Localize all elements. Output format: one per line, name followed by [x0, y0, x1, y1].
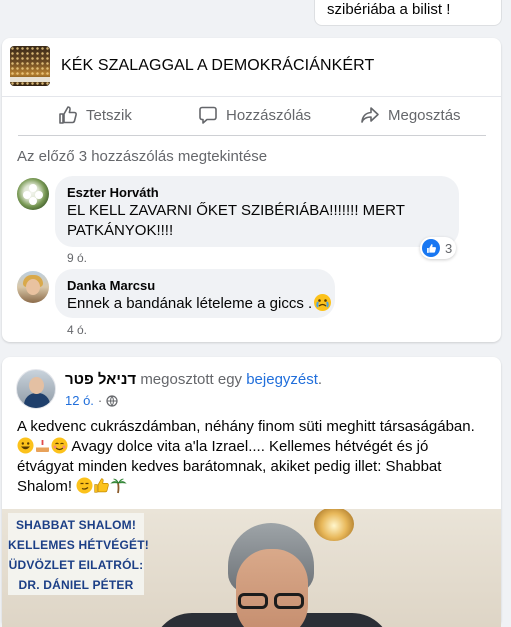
- comment-timestamp[interactable]: 9 ó.: [67, 251, 87, 265]
- thumbs-up-emoji-icon: [94, 478, 109, 493]
- post-timestamp[interactable]: 12 ó.: [65, 393, 94, 408]
- like-label: Tetszik: [86, 106, 132, 124]
- post-body: A kedvenc cukrászdámban, néhány finom sü…: [17, 417, 487, 497]
- shared-post-link[interactable]: bejegyzést: [246, 371, 318, 388]
- post-text-line-4: Shalom!: [17, 477, 487, 497]
- comment-bubble: Eszter Horváth EL KELL ZAVARNI ŐKET SZIB…: [55, 176, 459, 247]
- comment-bubble-icon: [199, 106, 217, 124]
- period: .: [317, 371, 323, 388]
- post-text-line-2: Avagy dolce vita a'la Izrael.... Kelleme…: [17, 437, 487, 457]
- share-arrow-icon: [361, 107, 379, 123]
- post-text-line: étvágyat minden kedves barátomnak, akike…: [17, 458, 442, 475]
- comment-text-line: PATKÁNYOK!!!!: [67, 222, 174, 239]
- previous-comment-bubble: szibériába a bilist !: [314, 0, 502, 26]
- author-avatar[interactable]: [16, 369, 56, 409]
- shared-text: megosztott egy: [140, 371, 243, 388]
- comment-timestamp[interactable]: 4 ó.: [67, 323, 87, 337]
- thumbs-up-icon: [59, 106, 77, 124]
- avatar[interactable]: [17, 178, 49, 210]
- grinning-face-emoji-icon: [17, 437, 34, 454]
- group-thumbnail[interactable]: [10, 46, 50, 86]
- share-label: Megosztás: [388, 106, 461, 124]
- globe-icon: [106, 394, 118, 407]
- post-header-line: דניאל פטר megosztott egy bejegyzést.: [65, 371, 322, 388]
- meta-separator: ·: [97, 393, 103, 408]
- cake-emoji-icon: [36, 440, 49, 452]
- group-post-card: KÉK SZALAGGAL A DEMOKRÁCIÁNKÉRT Tetszik …: [2, 38, 501, 342]
- avatar[interactable]: [17, 271, 49, 303]
- previous-comment-text: szibériába a bilist !: [327, 1, 451, 18]
- sign-line: DR. DÁNIEL PÉTER: [18, 578, 134, 592]
- sign-line: ÜDVÖZLET EILATRÓL:: [8, 558, 144, 572]
- share-button[interactable]: Megosztás: [360, 96, 461, 134]
- comment-button[interactable]: Hozzászólás: [198, 96, 311, 134]
- post-text-line: A kedvenc cukrászdámban, néhány finom sü…: [17, 418, 475, 435]
- post-text-line: Avagy dolce vita a'la Izrael.... Kelleme…: [71, 438, 429, 455]
- shared-post-card: דניאל פטר megosztott egy bejegyzést. 12 …: [2, 357, 501, 627]
- palm-tree-emoji-icon: [110, 478, 127, 494]
- post-author-name[interactable]: דניאל פטר: [65, 371, 136, 388]
- view-previous-comments-link[interactable]: Az előző 3 hozzászólás megtekintése: [17, 148, 267, 165]
- blushing-face-emoji-icon: [51, 437, 68, 454]
- sign-line: KELLEMES HÉTVÉGÉT!: [8, 538, 149, 552]
- image-sign-overlay: SHABBAT SHALOM! KELLEMES HÉTVÉGÉT! ÜDVÖZ…: [8, 513, 149, 595]
- face-with-tears-emoji-icon: [314, 294, 332, 311]
- group-name[interactable]: KÉK SZALAGGAL A DEMOKRÁCIÁNKÉRT: [61, 57, 374, 75]
- comment-author[interactable]: Danka Marcsu: [67, 278, 155, 293]
- sign-line: SHABBAT SHALOM!: [15, 518, 137, 532]
- comment-text-content: Ennek a bandának lételeme a giccs .: [67, 295, 313, 312]
- comment-text: Ennek a bandának lételeme a giccs .: [67, 294, 332, 314]
- comment-text-line: EL KELL ZAVARNI ŐKET SZIBÉRIÁBA!!!!!!! M…: [67, 202, 405, 219]
- post-meta: 12 ó. ·: [65, 393, 118, 408]
- reaction-count: 3: [445, 240, 453, 256]
- post-action-bar: Tetszik Hozzászólás Megosztás: [18, 96, 486, 136]
- like-button[interactable]: Tetszik: [58, 96, 132, 134]
- smirking-face-emoji-icon: [76, 477, 93, 494]
- like-reaction-icon: [422, 239, 440, 257]
- comment-bubble: Danka Marcsu Ennek a bandának lételeme a…: [55, 269, 335, 318]
- comment-author[interactable]: Eszter Horváth: [67, 185, 159, 200]
- post-image[interactable]: SHABBAT SHALOM! KELLEMES HÉTVÉGÉT! ÜDVÖZ…: [2, 509, 501, 627]
- group-header[interactable]: KÉK SZALAGGAL A DEMOKRÁCIÁNKÉRT: [2, 38, 501, 97]
- reaction-count-pill[interactable]: 3: [420, 237, 457, 259]
- post-text-line: Shalom!: [17, 478, 73, 495]
- comment-label: Hozzászólás: [226, 106, 312, 124]
- lamp-illustration: [314, 509, 354, 541]
